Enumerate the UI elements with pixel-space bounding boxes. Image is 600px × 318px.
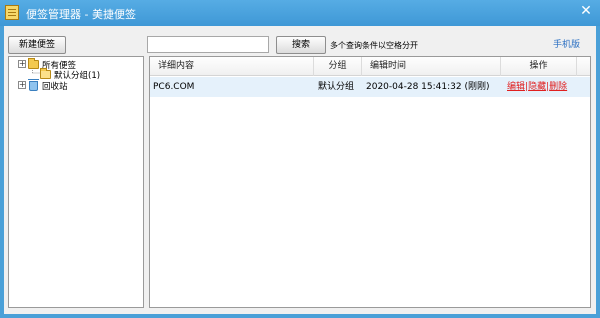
close-button[interactable]: ✕ <box>572 0 600 22</box>
note-actions-cell: 编辑|隐藏|删除 <box>507 77 567 97</box>
group-tree: + 所有便签 默认分组(1) + 回收站 <box>8 56 144 308</box>
notes-list: 详细内容 分组 编辑时间 操作 PC6.COM 默认分组 2020-04-28 … <box>149 56 591 308</box>
column-header-group[interactable]: 分组 <box>314 57 362 76</box>
note-edit-time-cell: 2020-04-28 15:41:32 (刚刚) <box>366 82 490 92</box>
column-header-actions[interactable]: 操作 <box>501 57 577 76</box>
note-content-cell: PC6.COM <box>153 82 195 92</box>
folder-open-icon <box>40 68 51 79</box>
main-window: 新建便签 搜索 多个查询条件以空格分开 手机版 + 所有便签 默认分组(1) +… <box>4 26 596 314</box>
title-bar: 便签管理器 - 美捷便签 ✕ <box>0 0 600 26</box>
search-input[interactable] <box>147 36 269 53</box>
new-note-button[interactable]: 新建便签 <box>8 36 66 54</box>
search-hint: 多个查询条件以空格分开 <box>330 41 418 50</box>
tree-item-all-notes-expander[interactable]: + <box>18 60 26 68</box>
edit-link[interactable]: 编辑 <box>507 82 525 92</box>
table-header: 详细内容 分组 编辑时间 操作 <box>150 57 590 76</box>
mobile-version-link[interactable]: 手机版 <box>553 37 580 50</box>
notes-app-icon <box>5 5 19 20</box>
column-header-content[interactable]: 详细内容 <box>150 57 314 76</box>
trash-icon <box>28 79 39 91</box>
table-row[interactable]: PC6.COM 默认分组 2020-04-28 15:41:32 (刚刚) 编辑… <box>150 77 590 97</box>
column-header-edit-time[interactable]: 编辑时间 <box>362 57 501 76</box>
search-button[interactable]: 搜索 <box>276 36 326 54</box>
tree-item-recycle-bin-expander[interactable]: + <box>18 81 26 89</box>
hide-link[interactable]: 隐藏 <box>528 82 546 92</box>
folder-icon <box>28 58 39 69</box>
delete-link[interactable]: 删除 <box>549 82 567 92</box>
tree-item-recycle-bin[interactable]: 回收站 <box>42 80 68 92</box>
note-group-cell: 默认分组 <box>318 82 355 92</box>
window-title: 便签管理器 - 美捷便签 <box>26 8 136 21</box>
